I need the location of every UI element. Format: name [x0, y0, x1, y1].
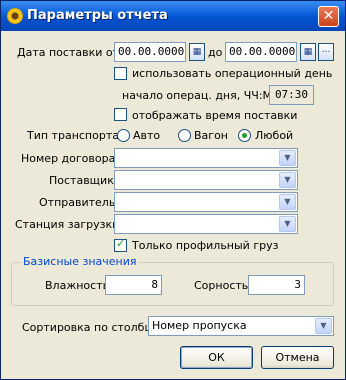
sort-combo[interactable]: Номер пропуска ▼ — [148, 316, 334, 336]
ok-button[interactable]: ОК — [180, 346, 253, 369]
window-title: Параметры отчета — [27, 8, 168, 23]
show-time-label: отображать время поставки — [132, 109, 298, 122]
delivery-date-label: Дата поставки от: — [17, 46, 123, 59]
date-to-label: до — [208, 46, 223, 59]
date-from-field[interactable]: 00.00.0000 — [114, 42, 186, 62]
cancel-button[interactable]: Отмена — [261, 346, 334, 369]
calendar-to-button[interactable]: ▦ — [300, 43, 316, 61]
use-opday-checkbox[interactable] — [114, 67, 127, 80]
station-label: Станция загрузки: — [15, 218, 123, 231]
date-to-field[interactable]: 00.00.0000 — [225, 42, 297, 62]
radio-auto[interactable] — [117, 129, 130, 142]
sender-label: Отправитель: — [39, 196, 120, 209]
chevron-down-icon: ▼ — [279, 150, 296, 166]
sunflower-icon — [7, 8, 23, 24]
calendar-icon: ▦ — [192, 47, 202, 57]
station-combo[interactable]: ▼ — [114, 214, 298, 234]
impurity-label: Сорность: — [194, 279, 252, 292]
supplier-label: Поставщик: — [49, 174, 118, 187]
chevron-down-icon: ▼ — [279, 216, 296, 232]
radio-any[interactable] — [238, 129, 251, 142]
humidity-field[interactable]: 8 — [105, 275, 162, 295]
close-button[interactable]: ✕ — [318, 6, 339, 27]
chevron-down-icon: ▼ — [279, 194, 296, 210]
radio-wagon-label: Вагон — [194, 129, 228, 142]
calendar-icon: ▦ — [303, 47, 313, 57]
profile-only-label: Только профильный груз — [132, 239, 279, 252]
radio-auto-label: Авто — [133, 129, 161, 142]
use-opday-label: использовать операционный день — [132, 67, 333, 80]
more-button[interactable]: ... — [318, 43, 334, 61]
supplier-combo[interactable]: ▼ — [114, 170, 298, 190]
impurity-field[interactable]: 3 — [248, 275, 305, 295]
sort-label: Сортировка по столбцу: — [22, 321, 163, 334]
chevron-down-icon: ▼ — [315, 318, 332, 334]
chevron-down-icon: ▼ — [279, 172, 296, 188]
contract-label: Номер договора: — [21, 152, 120, 165]
radio-any-label: Любой — [255, 129, 294, 142]
contract-combo[interactable]: ▼ — [114, 148, 298, 168]
transport-type-label: Тип транспорта: — [27, 129, 123, 142]
sort-combo-value: Номер пропуска — [152, 319, 247, 332]
humidity-label: Влажность: — [45, 279, 113, 292]
opday-start-field[interactable]: 07:30 — [269, 85, 314, 105]
calendar-from-button[interactable]: ▦ — [189, 43, 205, 61]
radio-wagon[interactable] — [178, 129, 191, 142]
title-bar: Параметры отчета ✕ — [1, 1, 345, 31]
base-values-title: Базисные значения — [21, 255, 139, 268]
sender-combo[interactable]: ▼ — [114, 192, 298, 212]
report-params-dialog: Параметры отчета ✕ Дата поставки от: 00.… — [0, 0, 346, 380]
opday-start-label: начало операц. дня, ЧЧ:ММ: — [122, 89, 286, 102]
show-time-checkbox[interactable] — [114, 108, 127, 121]
profile-only-checkbox[interactable] — [114, 237, 127, 252]
